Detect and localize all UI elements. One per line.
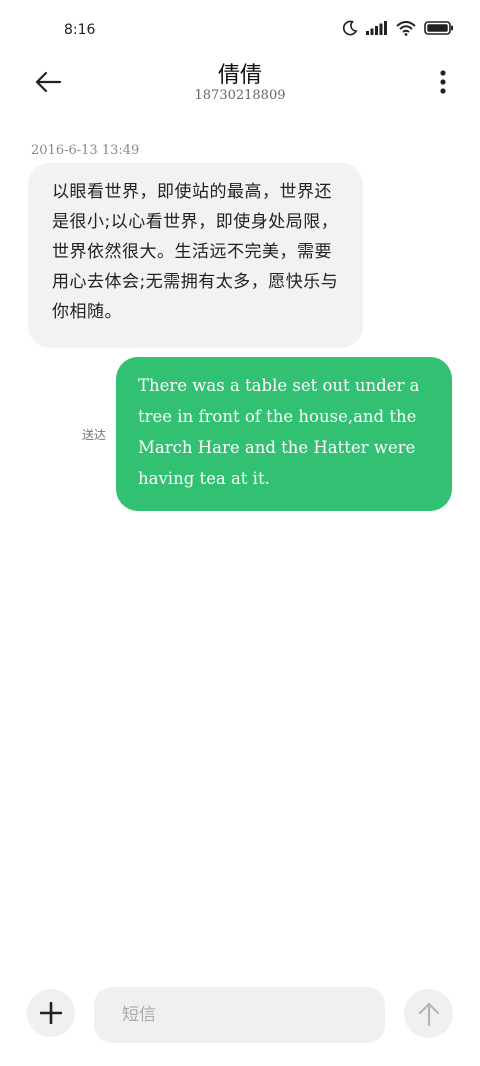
moon-icon xyxy=(342,20,358,36)
more-vertical-icon xyxy=(440,70,446,94)
delivery-status: 送达 xyxy=(82,428,107,442)
send-button[interactable] xyxy=(404,989,453,1038)
plus-icon xyxy=(40,1002,62,1024)
add-attachment-button[interactable] xyxy=(27,989,75,1037)
battery-icon xyxy=(424,21,453,35)
status-icons xyxy=(342,20,454,36)
more-options-button[interactable] xyxy=(436,67,450,97)
incoming-message-bubble[interactable]: 以眼看世界，即使站的最高，世界还是很小;以心看世界，即使身处局限，世界依然很大。… xyxy=(28,163,363,348)
conversation-header: 倩倩 18730218809 xyxy=(0,55,480,115)
message-input[interactable] xyxy=(94,987,385,1043)
wifi-icon xyxy=(396,20,416,36)
outgoing-message-bubble[interactable]: There was a table set out under a tree i… xyxy=(116,357,452,511)
outgoing-message-text: There was a table set out under a tree i… xyxy=(138,376,420,488)
status-bar: 8:16 xyxy=(0,0,480,62)
message-timestamp: 2016-6-13 13:49 xyxy=(31,143,140,158)
incoming-message-text: 以眼看世界，即使站的最高，世界还是很小;以心看世界，即使身处局限，世界依然很大。… xyxy=(52,182,339,322)
contact-number: 18730218809 xyxy=(194,88,286,103)
send-arrow-icon xyxy=(418,1002,439,1026)
status-time: 8:16 xyxy=(64,22,96,38)
cellular-signal-icon xyxy=(366,21,387,35)
contact-name: 倩倩 xyxy=(217,63,262,88)
